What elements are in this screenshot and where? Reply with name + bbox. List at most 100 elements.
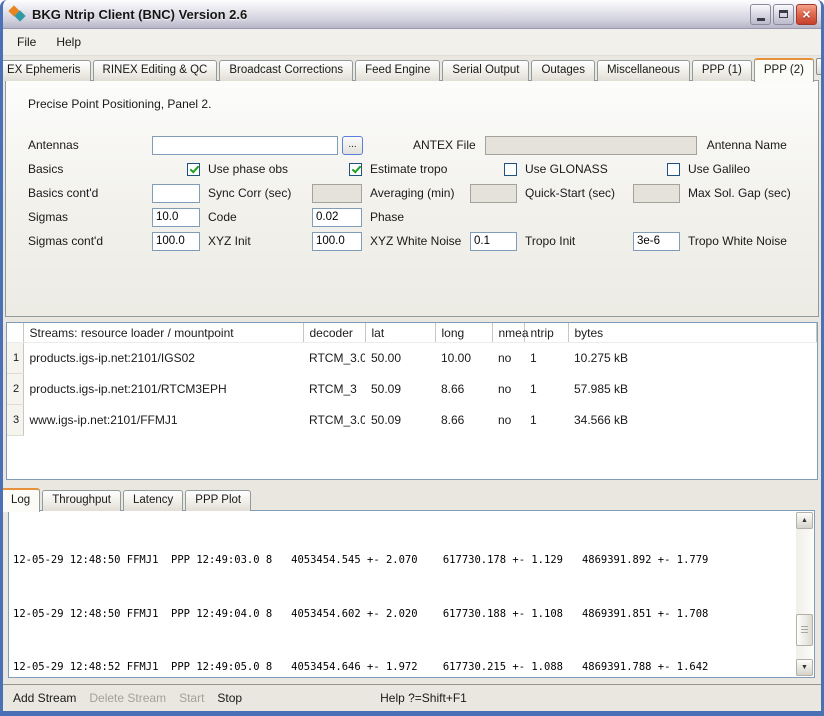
stream-row[interactable]: 2 products.igs-ip.net:2101/RTCM3EPH RTCM… [7,374,817,405]
form-field-input[interactable] [152,208,200,227]
stream-ntrip: 1 [524,405,568,436]
col-bytes[interactable]: bytes [568,323,817,343]
stream-bytes: 34.566 kB [568,405,817,436]
col-mountpoint[interactable]: Streams: resource loader / mountpoint [23,323,303,343]
checkbox-label: Estimate tropo [362,162,470,176]
title-bar[interactable]: BKG Ntrip Client (BNC) Version 2.6 × [3,0,821,29]
bottom-tab[interactable]: Log [2,488,40,512]
form-field-label: XYZ White Noise [362,234,470,248]
checkbox[interactable] [667,163,680,176]
main-tab[interactable]: Outages [531,60,594,81]
col-lat[interactable]: lat [365,323,435,343]
window-controls: × [750,4,817,25]
checkbox-label: Use GLONASS [517,162,633,176]
streams-table: Streams: resource loader / mountpoint de… [6,322,818,480]
ppp2-panel: Precise Point Positioning, Panel 2. Ante… [5,80,819,317]
form-field-label: Phase [362,210,470,224]
streams-header-row: Streams: resource loader / mountpoint de… [7,323,817,343]
form-field-label: Sync Corr (sec) [200,186,312,200]
stream-long: 8.66 [435,374,492,405]
checkbox-label: Use Galileo [680,162,818,176]
checkbox[interactable] [504,163,517,176]
row-number-header [7,323,23,343]
main-tab[interactable]: Miscellaneous [597,60,690,81]
stream-lat: 50.09 [365,405,435,436]
app-window: BKG Ntrip Client (BNC) Version 2.6 × Fil… [0,0,824,716]
form-field-label: XYZ Init [200,234,312,248]
main-tab[interactable]: RINEX Editing & QC [93,60,218,81]
form-field-label: Quick-Start (sec) [517,186,633,200]
stream-decoder: RTCM_3.0 [303,405,365,436]
statusbar-button[interactable]: Stop [217,691,242,705]
checkbox[interactable] [187,163,200,176]
log-lines: 12-05-29 12:48:50 FFMJ1 PPP 12:49:03.0 8… [13,514,792,675]
col-decoder[interactable]: decoder [303,323,365,343]
statusbar-button[interactable]: Add Stream [13,691,76,705]
sigmas-contd-row: Sigmas cont'd XYZ Init XYZ White Noise T… [28,231,818,251]
bottom-tab[interactable]: PPP Plot [185,490,251,511]
antex-file-label: ANTEX File [413,138,476,152]
log-line: 12-05-29 12:48:52 FFMJ1 PPP 12:49:05.0 8… [13,661,792,674]
stream-lat: 50.09 [365,374,435,405]
stream-bytes: 10.275 kB [568,343,817,374]
antex-file-input[interactable] [485,136,697,155]
scrollbar-thumb[interactable] [796,614,813,646]
stream-row-number: 3 [7,405,23,436]
scrollbar-down-button[interactable]: ▼ [796,659,813,676]
stream-decoder: RTCM_3 [303,374,365,405]
basics-contd-row: Basics cont'd Sync Corr (sec) Averaging … [28,183,818,203]
stream-long: 10.00 [435,343,492,374]
main-tab[interactable]: PPP (1) [692,60,752,81]
form-field-label: Tropo Init [517,234,633,248]
scrollbar-up-button[interactable]: ▲ [796,512,813,529]
form-field-input[interactable] [633,232,680,251]
statusbar-button[interactable]: Delete Stream [89,691,166,705]
log-view[interactable]: 12-05-29 12:48:50 FFMJ1 PPP 12:49:03.0 8… [8,510,815,678]
col-long[interactable]: long [435,323,492,343]
close-button[interactable]: × [796,4,817,25]
checkbox[interactable] [349,163,362,176]
antennas-label: Antennas [28,138,152,152]
down-arrow-icon: ▼ [801,664,808,671]
form-field-label: Max Sol. Gap (sec) [680,186,818,200]
stream-row[interactable]: 3 www.igs-ip.net:2101/FFMJ1 RTCM_3.0 50.… [7,405,817,436]
bottom-tab-bar: Log Throughput Latency PPP Plot [8,488,253,511]
main-tab[interactable]: Serial Output [442,60,529,81]
menu-bar: File Help [3,29,821,56]
form-field-input[interactable] [152,184,200,203]
minimize-button[interactable] [750,4,771,25]
stream-mountpoint: products.igs-ip.net:2101/IGS02 [23,343,303,374]
main-tab[interactable]: PPP (2) [754,58,814,82]
form-field-input[interactable] [312,208,362,227]
main-tab[interactable]: EX Ephemeris [0,60,91,81]
form-field-input[interactable] [470,184,517,203]
browse-button[interactable]: ... [342,136,363,155]
tab-scroll-left-button[interactable]: ◀ [816,58,824,75]
minimize-icon [757,18,765,21]
maximize-button[interactable] [773,4,794,25]
status-bar: Add Stream Delete Stream Start Stop Help… [3,684,821,711]
form-field-input[interactable] [312,232,362,251]
stream-nmea: no [492,405,524,436]
main-tab[interactable]: Broadcast Corrections [219,60,353,81]
form-field-input[interactable] [470,232,517,251]
bottom-tab[interactable]: Latency [123,490,183,511]
form-field-input[interactable] [312,184,362,203]
form-field-input[interactable] [152,232,200,251]
antennas-input[interactable] [152,136,338,155]
sigmas-contd-label: Sigmas cont'd [28,234,152,248]
up-arrow-icon: ▲ [801,517,808,524]
statusbar-button[interactable]: Start [179,691,204,705]
main-tab[interactable]: Feed Engine [355,60,440,81]
menu-file[interactable]: File [7,32,46,52]
scrollbar-track[interactable]: ▲ ▼ [796,512,813,676]
form-field-input[interactable] [633,184,680,203]
stream-row[interactable]: 1 products.igs-ip.net:2101/IGS02 RTCM_3.… [7,343,817,374]
col-ntrip[interactable]: ntrip [524,323,568,343]
col-nmea[interactable]: nmea [492,323,524,343]
antenna-name-label: Antenna Name [707,138,787,152]
menu-help[interactable]: Help [46,32,91,52]
log-line: 12-05-29 12:48:50 FFMJ1 PPP 12:49:04.0 8… [13,608,792,621]
bottom-tab[interactable]: Throughput [42,490,121,511]
stream-nmea: no [492,374,524,405]
